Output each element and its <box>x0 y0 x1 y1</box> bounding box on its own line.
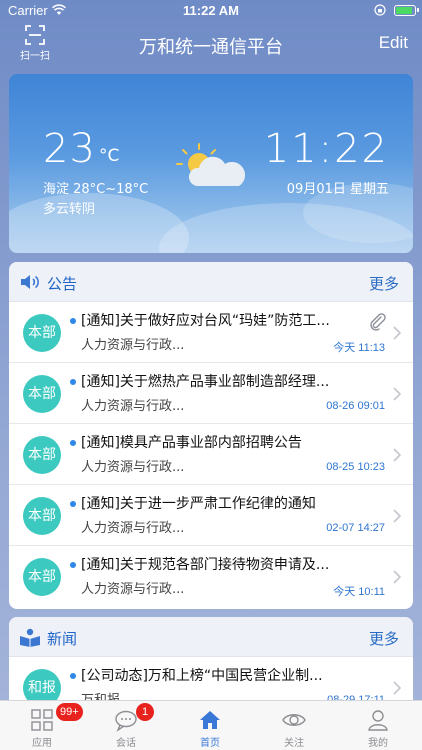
announcement-item[interactable]: 本部 [通知]关于做好应对台风“玛娃”防范工... 人力资源与行政... 今天 … <box>9 302 413 363</box>
avatar: 本部 <box>23 314 61 352</box>
eye-icon <box>282 714 306 726</box>
item-title: [通知]模具产品事业部内部招聘公告 <box>81 435 302 451</box>
tab-label: 关注 <box>284 738 304 749</box>
tab-label: 首页 <box>200 738 220 749</box>
status-bar: Carrier 11:22 AM <box>0 0 422 22</box>
tab-profile[interactable]: 我的 <box>336 701 420 750</box>
item-time: 今天 10:11 <box>333 586 385 598</box>
announcement-title: 公告 <box>47 275 78 293</box>
news-header: 新闻 更多 <box>9 617 413 657</box>
announcement-item[interactable]: 本部 [通知]关于规范各部门接待物资申请及... 人力资源与行政... 今天 1… <box>9 546 413 607</box>
unread-dot <box>70 673 76 679</box>
unread-dot <box>70 440 76 446</box>
unread-dot <box>70 501 76 507</box>
speaker-icon <box>21 275 39 289</box>
avatar: 本部 <box>23 558 61 596</box>
tab-bar: 应用 99+ 会话 1 首页 关注 我的 <box>0 700 422 750</box>
item-time: 08-25 10:23 <box>326 461 385 473</box>
chevron-right-icon <box>393 326 401 340</box>
item-title: [通知]关于燃热产品事业部制造部经理... <box>81 374 330 390</box>
location-temperature-range: 海淀 28°C~18°C <box>43 182 149 197</box>
partly-cloudy-icon <box>176 143 246 186</box>
news-section: 新闻 更多 和报 [公司动态]万和上榜“中国民营企业制... 万和报 08-29… <box>9 617 413 707</box>
item-time: 今天 11:13 <box>333 342 385 354</box>
item-title: [通知]关于做好应对台风“玛娃”防范工... <box>81 313 330 329</box>
battery-icon <box>394 5 419 16</box>
chevron-right-icon <box>393 509 401 523</box>
avatar: 本部 <box>23 497 61 535</box>
tab-home[interactable]: 首页 <box>168 701 252 750</box>
chat-bubble-icon <box>115 710 137 732</box>
tab-follow[interactable]: 关注 <box>252 701 336 750</box>
rotation-lock-icon <box>374 4 386 16</box>
notification-badge: 99+ <box>56 703 83 721</box>
tab-apps[interactable]: 应用 99+ <box>0 701 84 750</box>
avatar: 本部 <box>23 375 61 413</box>
announcement-more-link[interactable]: 更多 <box>369 273 399 294</box>
item-subtitle: 人力资源与行政... <box>81 399 185 414</box>
item-subtitle: 人力资源与行政... <box>81 460 185 475</box>
announcement-header: 公告 更多 <box>9 262 413 302</box>
chevron-right-icon <box>393 681 401 695</box>
item-subtitle: 人力资源与行政... <box>81 521 185 536</box>
edit-button[interactable]: Edit <box>379 33 408 53</box>
announcement-item[interactable]: 本部 [通知]关于燃热产品事业部制造部经理... 人力资源与行政... 08-2… <box>9 363 413 424</box>
temperature-unit: °C <box>99 146 120 166</box>
chevron-right-icon <box>393 570 401 584</box>
unread-dot <box>70 562 76 568</box>
item-subtitle: 人力资源与行政... <box>81 338 185 353</box>
home-icon <box>200 711 220 729</box>
page-title: 万和统一通信平台 <box>139 37 283 58</box>
paperclip-icon <box>370 313 386 331</box>
avatar: 本部 <box>23 436 61 474</box>
person-icon <box>368 710 388 731</box>
status-time: 11:22 AM <box>183 3 239 18</box>
tab-label: 应用 <box>32 738 52 749</box>
announcement-item[interactable]: 本部 [通知]关于进一步严肃工作纪律的通知 人力资源与行政... 02-07 1… <box>9 485 413 546</box>
weather-card[interactable]: 23 °C 海淀 28°C~18°C 多云转阴 11:22 09月01日 星期五 <box>9 74 413 253</box>
chevron-right-icon <box>393 448 401 462</box>
unread-dot <box>70 379 76 385</box>
item-time: 08-26 09:01 <box>326 400 385 412</box>
notification-badge: 1 <box>136 703 154 721</box>
announcement-item[interactable]: 本部 [通知]模具产品事业部内部招聘公告 人力资源与行政... 08-25 10… <box>9 424 413 485</box>
temperature: 23 <box>43 126 96 172</box>
chevron-right-icon <box>393 387 401 401</box>
nav-bar: 扫一扫 万和统一通信平台 Edit <box>0 22 422 66</box>
news-more-link[interactable]: 更多 <box>369 628 399 649</box>
tab-label: 会话 <box>116 738 136 749</box>
item-subtitle: 人力资源与行政... <box>81 582 185 597</box>
weather-description: 多云转阴 <box>43 202 96 217</box>
item-title: [通知]关于进一步严肃工作纪律的通知 <box>81 496 316 512</box>
item-title: [通知]关于规范各部门接待物资申请及... <box>81 557 330 573</box>
date: 09月01日 星期五 <box>286 182 389 197</box>
item-time: 02-07 14:27 <box>326 522 385 534</box>
clock: 11:22 <box>263 126 389 172</box>
news-title: 新闻 <box>47 630 78 648</box>
grid-icon <box>31 709 53 731</box>
item-title: [公司动态]万和上榜“中国民营企业制... <box>81 668 323 684</box>
tab-label: 我的 <box>368 738 388 749</box>
unread-dot <box>70 318 76 324</box>
tab-chats[interactable]: 会话 1 <box>84 701 168 750</box>
book-reader-icon <box>20 628 40 647</box>
announcement-section: 公告 更多 本部 [通知]关于做好应对台风“玛娃”防范工... 人力资源与行政.… <box>9 262 413 609</box>
